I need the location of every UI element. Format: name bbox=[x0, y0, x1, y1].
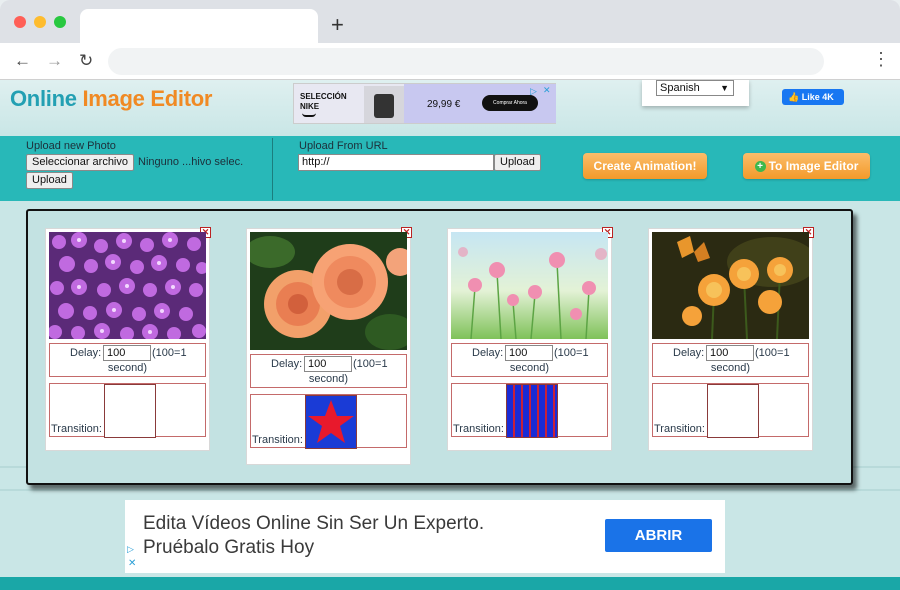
pink-meadow-flowers-image bbox=[451, 232, 608, 339]
delay-input[interactable]: 100 bbox=[706, 345, 754, 361]
delay-box: Delay: 100 (100=1 second) bbox=[652, 343, 809, 377]
delay-hint: (100=1 bbox=[152, 347, 187, 359]
tshirt-icon bbox=[374, 94, 394, 118]
transition-label: Transition: bbox=[252, 434, 303, 446]
back-arrow-icon[interactable]: ← bbox=[14, 51, 31, 71]
delay-hint: (100=1 bbox=[353, 358, 388, 370]
language-select[interactable]: Spanish ▼ bbox=[656, 80, 734, 96]
animation-frames-workspace: ✕ Delay: 100 bbox=[26, 209, 853, 485]
frame-card: ✕ Delay: 100 (100=1 bbox=[246, 227, 412, 465]
star-icon bbox=[308, 400, 354, 443]
frame-thumbnail-butterfly[interactable] bbox=[652, 232, 809, 339]
orange-roses-image bbox=[250, 232, 407, 350]
address-bar[interactable] bbox=[108, 48, 824, 75]
transition-label: Transition: bbox=[654, 423, 705, 435]
ad-close-icon[interactable]: ✕ bbox=[128, 558, 136, 569]
chevron-down-icon: ▼ bbox=[720, 83, 729, 93]
delay-box: Delay: 100 (100=1 second) bbox=[451, 343, 608, 377]
upload-photo-button[interactable]: Upload bbox=[26, 172, 73, 189]
browser-chrome: + ← → ↻ ⋮ bbox=[0, 0, 900, 80]
file-status-text: Ninguno ...hivo selec. bbox=[138, 156, 244, 168]
purple-flowers-image bbox=[49, 232, 206, 339]
upload-photo-label: Upload new Photo bbox=[26, 140, 116, 152]
ad-buy-button[interactable]: Comprar Ahora bbox=[482, 95, 538, 111]
close-window-button[interactable] bbox=[14, 16, 26, 28]
footer-bar bbox=[0, 577, 900, 590]
nike-swoosh-icon bbox=[302, 113, 316, 117]
delay-unit: second) bbox=[308, 373, 349, 385]
ad-close-icon[interactable]: ✕ bbox=[543, 85, 551, 96]
transition-box: Transition: bbox=[250, 394, 407, 449]
delay-hint: (100=1 bbox=[554, 347, 589, 359]
transition-preview-none[interactable] bbox=[707, 384, 759, 438]
upload-url-label: Upload From URL bbox=[299, 140, 388, 152]
delay-label: Delay: bbox=[472, 347, 504, 359]
transition-box: Transition: bbox=[451, 383, 608, 438]
delay-input[interactable]: 100 bbox=[103, 345, 151, 361]
delay-label: Delay: bbox=[271, 358, 303, 370]
image-url-input[interactable]: http:// bbox=[298, 154, 494, 171]
bottom-banner-ad[interactable]: Edita Vídeos Online Sin Ser Un Experto. … bbox=[125, 500, 725, 573]
logo-text-online: Online bbox=[10, 86, 83, 111]
transition-label: Transition: bbox=[51, 423, 102, 435]
maximize-window-button[interactable] bbox=[54, 16, 66, 28]
delay-box: Delay: 100 (100=1 second) bbox=[250, 354, 407, 388]
top-banner-ad[interactable]: SELECCIÓN NIKE 29,99 € Comprar Ahora ▷ ✕ bbox=[293, 83, 556, 124]
delay-unit: second) bbox=[509, 362, 550, 374]
frame-card: ✕ bbox=[447, 227, 613, 451]
butterfly-flowers-image bbox=[652, 232, 809, 339]
transition-box: Transition: bbox=[652, 383, 809, 438]
ad-brand-text: SELECCIÓN NIKE bbox=[300, 92, 347, 111]
facebook-like-button[interactable]: 👍 Like 4K bbox=[782, 89, 844, 105]
delay-unit: second) bbox=[710, 362, 751, 374]
ad-price: 29,99 € bbox=[427, 99, 461, 110]
site-logo[interactable]: Online Image Editor bbox=[10, 86, 212, 112]
create-animation-button[interactable]: Create Animation! bbox=[583, 153, 707, 179]
transition-box: Transition: bbox=[49, 383, 206, 438]
logo-text-image-editor: Image Editor bbox=[82, 86, 213, 111]
site-header: Online Image Editor SELECCIÓN NIKE 29,99… bbox=[0, 80, 900, 136]
kebab-menu-icon[interactable]: ⋮ bbox=[872, 49, 890, 70]
delay-input[interactable]: 100 bbox=[505, 345, 553, 361]
delay-label: Delay: bbox=[70, 347, 102, 359]
upload-toolbar: Upload new Photo Seleccionar archivo Nin… bbox=[0, 136, 900, 201]
delay-hint: (100=1 bbox=[755, 347, 790, 359]
reload-icon[interactable]: ↻ bbox=[79, 51, 93, 71]
plus-circle-icon: + bbox=[754, 161, 766, 173]
to-image-editor-button[interactable]: + To Image Editor bbox=[743, 153, 870, 179]
frame-thumbnail-purple-flowers[interactable] bbox=[49, 232, 206, 339]
frame-thumbnail-meadow[interactable] bbox=[451, 232, 608, 339]
adchoices-icon[interactable]: ▷ bbox=[127, 544, 134, 555]
upload-divider bbox=[272, 138, 273, 200]
language-box: Spanish ▼ bbox=[642, 80, 749, 106]
forward-arrow-icon[interactable]: → bbox=[46, 51, 63, 71]
ad-open-button[interactable]: ABRIR bbox=[605, 519, 712, 552]
minimize-window-button[interactable] bbox=[34, 16, 46, 28]
delay-box: Delay: 100 (100=1 second) bbox=[49, 343, 206, 377]
delay-input[interactable]: 100 bbox=[304, 356, 352, 372]
delay-label: Delay: bbox=[673, 347, 705, 359]
frame-card: ✕ Delay: 100 bbox=[45, 227, 211, 451]
new-tab-plus-icon[interactable]: + bbox=[331, 12, 344, 38]
page: Online Image Editor SELECCIÓN NIKE 29,99… bbox=[0, 80, 900, 590]
thumbs-up-icon: 👍 bbox=[788, 92, 800, 102]
window-controls bbox=[14, 16, 66, 28]
transition-preview-star[interactable] bbox=[305, 395, 357, 449]
browser-toolbar: ← → ↻ ⋮ bbox=[0, 43, 900, 80]
upload-url-button[interactable]: Upload bbox=[494, 154, 541, 171]
transition-preview-pattern[interactable] bbox=[506, 384, 558, 438]
browser-tab[interactable] bbox=[80, 9, 318, 43]
adchoices-icon[interactable]: ▷ bbox=[530, 86, 537, 97]
divider-line bbox=[0, 489, 900, 491]
choose-file-button[interactable]: Seleccionar archivo bbox=[26, 154, 134, 171]
ad-headline: Edita Vídeos Online Sin Ser Un Experto. … bbox=[143, 513, 485, 558]
frame-thumbnail-roses[interactable] bbox=[250, 232, 407, 350]
delay-unit: second) bbox=[107, 362, 148, 374]
transition-preview-none[interactable] bbox=[104, 384, 156, 438]
frame-card: ✕ De bbox=[648, 227, 814, 451]
transition-label: Transition: bbox=[453, 423, 504, 435]
